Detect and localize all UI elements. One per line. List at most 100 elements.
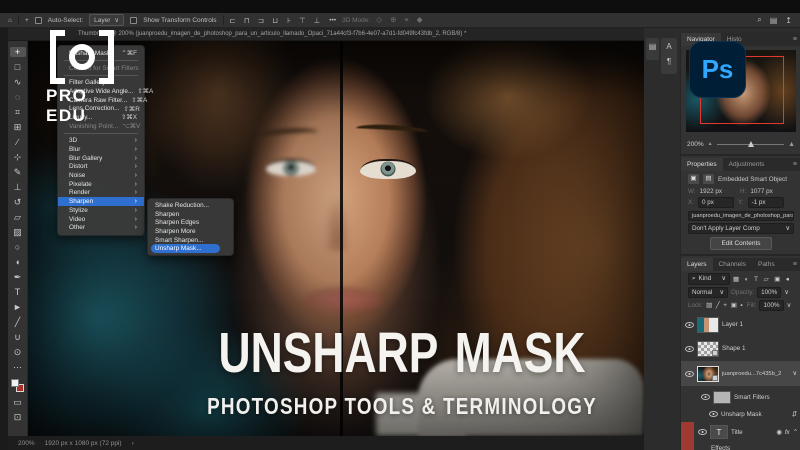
distribute-icons[interactable]: ⊦ ⊤ ⊥: [287, 16, 323, 25]
eyedropper-tool[interactable]: ∕: [10, 137, 26, 147]
tab-properties[interactable]: Properties: [681, 158, 723, 171]
auto-select-checkbox[interactable]: [35, 17, 42, 24]
effects-visibility-icon[interactable]: ◉: [776, 429, 782, 436]
submenu-item-shake-reduction[interactable]: Shake Reduction...: [148, 201, 233, 210]
submenu-item-sharpen-more[interactable]: Sharpen More: [148, 227, 233, 236]
hand-tool[interactable]: ∪: [10, 332, 26, 342]
chevron-down-icon[interactable]: ∨: [784, 289, 789, 296]
menu-item-stylize[interactable]: Stylize ›: [58, 206, 144, 215]
zoom-in-icon[interactable]: ▲: [788, 141, 795, 148]
quick-selection-tool[interactable]: ◌: [10, 92, 26, 102]
brush-tool[interactable]: ✎: [10, 167, 26, 177]
navigator-zoom-value[interactable]: 200%: [687, 141, 704, 148]
collapsed-libraries-panel[interactable]: ▤: [646, 38, 659, 60]
workspace-icon[interactable]: ▤: [770, 16, 778, 25]
layer-thumbnail[interactable]: [697, 317, 719, 333]
shape-tool[interactable]: ╱: [10, 317, 26, 327]
submenu-item-sharpen-edges[interactable]: Sharpen Edges: [148, 218, 233, 227]
lasso-tool[interactable]: ∿: [10, 77, 26, 87]
screen-mode-button[interactable]: ⊡: [10, 412, 26, 422]
layer-comp-dropdown[interactable]: Don't Apply Layer Comp ∨: [688, 223, 794, 234]
menu-item-distort[interactable]: Distort ›: [58, 163, 144, 172]
tab-layers[interactable]: Layers: [681, 258, 713, 271]
smart-filter-toggle-icon[interactable]: ∨: [792, 370, 800, 377]
x-position-field[interactable]: 0 px: [698, 197, 734, 208]
clone-stamp-tool[interactable]: ⊥: [10, 182, 26, 192]
show-transform-checkbox[interactable]: [130, 17, 137, 24]
status-chevron-icon[interactable]: ›: [132, 440, 134, 447]
menu-item-other[interactable]: Other ›: [58, 223, 144, 232]
move-tool-icon[interactable]: +: [25, 17, 29, 24]
smart-object-name-field[interactable]: juanproedu_imagen_de_photoshop_para_un_a…: [688, 211, 794, 221]
filter-mask-thumbnail[interactable]: [713, 391, 731, 404]
move-tool[interactable]: +: [10, 47, 26, 57]
edit-contents-button[interactable]: Edit Contents: [710, 237, 771, 250]
menu-item-blur[interactable]: Blur ›: [58, 145, 144, 154]
tab-adjustments[interactable]: Adjustments: [723, 158, 771, 171]
layer-name[interactable]: Shape 1: [722, 345, 745, 352]
search-icon[interactable]: ⌕: [757, 15, 761, 25]
visibility-eye-icon[interactable]: [701, 394, 710, 400]
visibility-eye-icon[interactable]: [709, 411, 718, 417]
share-icon[interactable]: ↥: [785, 16, 792, 25]
chevron-down-icon[interactable]: ∨: [787, 302, 792, 309]
blur-tool[interactable]: ○: [10, 242, 26, 252]
layer-filter-dropdown[interactable]: ⌕ Kind ∨: [688, 273, 730, 285]
fx-icon[interactable]: fx: [785, 429, 790, 436]
pen-tool[interactable]: ✒: [10, 272, 26, 282]
gradient-tool[interactable]: ▨: [10, 227, 26, 237]
zoom-level-field[interactable]: 200%: [18, 440, 35, 447]
layer-row-unsharp-mask-filter[interactable]: Unsharp Mask ⇵: [681, 408, 800, 420]
menu-item-video[interactable]: Video ›: [58, 215, 144, 224]
layer-row-smart-object-selected[interactable]: juanproedu...7c435b_2 ∨: [681, 361, 800, 386]
color-swatches[interactable]: [11, 379, 24, 392]
menu-item-render[interactable]: Render ›: [58, 189, 144, 198]
layer-name[interactable]: juanproedu...7c435b_2: [722, 371, 781, 377]
collapse-effects-icon[interactable]: ⌃: [793, 429, 800, 436]
filter-name[interactable]: Unsharp Mask: [721, 411, 762, 418]
path-selection-tool[interactable]: ►: [10, 302, 26, 312]
paragraph-panel-icon[interactable]: ¶: [667, 57, 671, 66]
layer-name[interactable]: Title: [731, 429, 743, 436]
submenu-item-sharpen[interactable]: Sharpen: [148, 210, 233, 219]
layer-row-shape1[interactable]: Shape 1: [681, 337, 800, 360]
menu-item-noise[interactable]: Noise ›: [58, 171, 144, 180]
layer-name[interactable]: Layer 1: [722, 321, 743, 328]
panel-menu-icon[interactable]: ≡: [793, 158, 800, 171]
home-icon[interactable]: ⌂: [8, 17, 12, 24]
layer-thumbnail[interactable]: [697, 366, 719, 382]
eraser-tool[interactable]: ▱: [10, 212, 26, 222]
align-icons[interactable]: ⊏ ⊓ ⊐ ⊔: [230, 16, 282, 25]
dodge-tool[interactable]: ◖: [10, 257, 26, 267]
type-layer-thumbnail[interactable]: T: [710, 425, 728, 439]
frame-tool[interactable]: ⊞: [10, 122, 26, 132]
history-brush-tool[interactable]: ↺: [10, 197, 26, 207]
marquee-tool[interactable]: □: [10, 62, 26, 72]
zoom-tool[interactable]: ⊙: [10, 347, 26, 357]
collapsed-type-panels[interactable]: A ¶: [661, 38, 677, 74]
menu-item-sharpen[interactable]: Sharpen ›: [58, 197, 144, 206]
menu-item-blur-gallery[interactable]: Blur Gallery ›: [58, 154, 144, 163]
type-tool[interactable]: T: [10, 287, 26, 297]
menu-item-pixelate[interactable]: Pixelate ›: [58, 180, 144, 189]
fill-field[interactable]: 100%: [759, 300, 783, 311]
layer-row-layer1[interactable]: Layer 1: [681, 313, 800, 336]
panel-menu-icon[interactable]: ≡: [793, 33, 800, 46]
visibility-eye-icon[interactable]: [685, 346, 694, 352]
visibility-eye-icon[interactable]: [698, 429, 707, 435]
menu-item-3d[interactable]: 3D ›: [58, 137, 144, 146]
visibility-eye-icon[interactable]: [685, 371, 694, 377]
tab-paths[interactable]: Paths: [752, 258, 781, 271]
navigator-zoom-slider[interactable]: [717, 144, 784, 145]
character-panel-icon[interactable]: A: [666, 42, 671, 51]
panel-menu-icon[interactable]: ≡: [793, 258, 800, 271]
tab-channels[interactable]: Channels: [713, 258, 752, 271]
layer-filter-type-icons[interactable]: ▦ ◐ T ▱ ▣ ●: [733, 276, 792, 283]
more-options-icon[interactable]: •••: [329, 17, 336, 24]
filter-blend-options-icon[interactable]: ⇵: [792, 411, 800, 418]
lock-icons[interactable]: ▨ ╱ + ▣ ▪: [706, 302, 744, 309]
foreground-color-swatch[interactable]: [11, 379, 19, 387]
y-position-field[interactable]: -1 px: [748, 197, 784, 208]
edit-toolbar-icon[interactable]: ⋯: [10, 362, 26, 372]
quick-mask-button[interactable]: ▭: [10, 397, 26, 407]
